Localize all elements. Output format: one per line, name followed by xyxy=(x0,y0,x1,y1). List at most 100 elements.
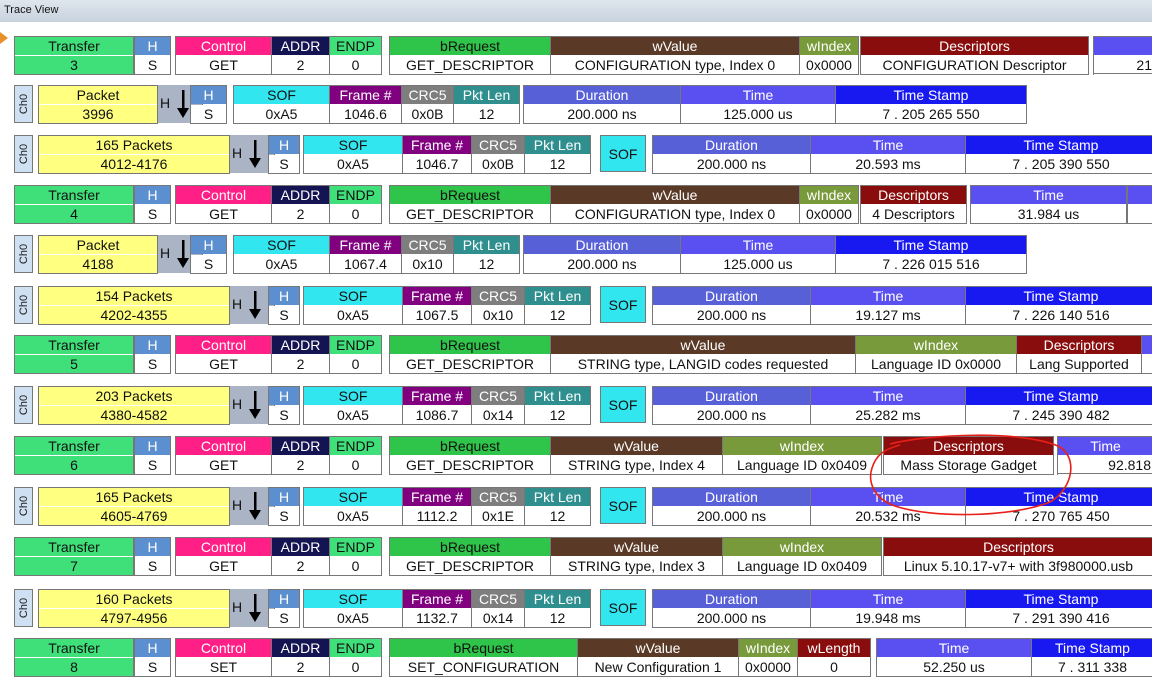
field-windex-7[interactable]: wIndex Language ID 0x0409 xyxy=(722,537,882,576)
field-154-packets-0[interactable]: 154 Packets 4202-4355 xyxy=(38,286,230,325)
field-time-7[interactable]: Time 19.948 ms xyxy=(810,589,966,628)
field-windex-7[interactable]: wIndex Language ID 0x0409 xyxy=(722,436,882,475)
field-transfer-0[interactable]: Transfer 6 xyxy=(14,436,134,475)
field-duration-6[interactable]: Duration 200.000 ns xyxy=(652,286,811,325)
field-duration-6[interactable]: Duration 200.000 ns xyxy=(523,85,681,124)
field-h-1[interactable]: HS xyxy=(134,436,171,475)
field-duration-6[interactable]: Duration 200.000 ns xyxy=(652,487,811,526)
field-frame-3[interactable]: Frame #1067.4 xyxy=(329,235,402,274)
field-sof-2[interactable]: SOF 0xA5 xyxy=(303,487,403,526)
field-brequest-5[interactable]: bRequest GET_DESCRIPTOR xyxy=(389,36,551,75)
field-endp-4[interactable]: ENDP 0 xyxy=(329,638,382,677)
field-time-7[interactable]: Time 20.532 ms xyxy=(810,487,966,526)
field-endp-4[interactable]: ENDP 0 xyxy=(329,185,382,224)
field-duration-6[interactable]: Duration 200.000 ns xyxy=(523,235,681,274)
field-165-packets-0[interactable]: 165 Packets 4012-4176 xyxy=(38,135,230,174)
field-blank-9[interactable]: 21 xyxy=(1093,36,1152,75)
field-time-stamp-8[interactable]: Time Stamp 7 . 226 015 516 xyxy=(835,235,1027,274)
field-h-1[interactable]: HS xyxy=(134,335,171,374)
field-h-1[interactable]: HS xyxy=(268,135,300,174)
field-frame-3[interactable]: Frame #1046.7 xyxy=(402,135,472,174)
trace-view[interactable]: Transfer 3 H S Control GET ADDR 2 ENDP 0 bRequest G… xyxy=(0,22,1152,684)
field-brequest-5[interactable]: bRequest GET_DESCRIPTOR xyxy=(389,185,551,224)
field-transfer-0[interactable]: Transfer 8 xyxy=(14,638,134,677)
field-transfer-0[interactable]: Transfer 5 xyxy=(14,335,134,374)
field-transfer-0[interactable]: Transfer 3 xyxy=(14,36,134,75)
field-h-1[interactable]: HS xyxy=(268,286,300,325)
field-h-1[interactable]: HS xyxy=(134,36,171,75)
field-brequest-5[interactable]: bRequest GET_DESCRIPTOR xyxy=(389,436,551,475)
field-addr-3[interactable]: ADDR 2 xyxy=(271,335,330,374)
field-wvalue-6[interactable]: wValue CONFIGURATION type, Index 0 xyxy=(550,185,800,224)
field-time-9[interactable]: Time 52.250 us xyxy=(876,638,1032,677)
field-descriptors-8[interactable]: Descriptors CONFIGURATION Descriptor xyxy=(860,36,1089,75)
field-endp-4[interactable]: ENDP 0 xyxy=(329,335,382,374)
field-time-7[interactable]: Time 125.000 us xyxy=(680,85,836,124)
field-packet-0[interactable]: Packet 3996 xyxy=(38,85,158,124)
field-time-stamp-8[interactable]: Time Stamp 7 . 226 140 516 xyxy=(965,286,1152,325)
field-pkt-len-5[interactable]: Pkt Len 12 xyxy=(524,286,591,325)
field-h-1[interactable]: HS xyxy=(134,638,171,677)
field-brequest-5[interactable]: bRequest SET_CONFIGURATION xyxy=(389,638,578,677)
field-wvalue-6[interactable]: wValue STRING type, Index 3 xyxy=(550,537,723,576)
field-windex-7[interactable]: wIndex 0x0000 xyxy=(799,185,859,224)
field-time-9[interactable]: Time 31.984 us xyxy=(970,185,1127,224)
field-wvalue-6[interactable]: wValue STRING type, Index 4 xyxy=(550,436,723,475)
field-sof-2[interactable]: SOF 0xA5 xyxy=(303,589,403,628)
field-time-stamp-8[interactable]: Time Stamp 7 . 270 765 450 xyxy=(965,487,1152,526)
field-windex-7[interactable]: wIndex Language ID 0x0000 xyxy=(855,335,1017,374)
field-windex-7[interactable]: wIndex 0x0000 xyxy=(799,36,859,75)
field-wvalue-6[interactable]: wValue STRING type, LANGID codes requeste… xyxy=(550,335,856,374)
field-blank-9[interactable] xyxy=(1141,335,1152,374)
field-control-2[interactable]: Control GET xyxy=(175,185,272,224)
field-sof-2[interactable]: SOF 0xA5 xyxy=(233,235,330,274)
field-time-stamp-8[interactable]: Time Stamp 7 . 245 390 482 xyxy=(965,386,1152,425)
field-endp-4[interactable]: ENDP 0 xyxy=(329,537,382,576)
field-crc5-4[interactable]: CRC5 0x10 xyxy=(401,235,454,274)
scroll-marker-icon[interactable] xyxy=(0,32,8,44)
field-addr-3[interactable]: ADDR 2 xyxy=(271,537,330,576)
field-h-1[interactable]: HS xyxy=(134,537,171,576)
field-wvalue-6[interactable]: wValue New Configuration 1 xyxy=(577,638,739,677)
field-frame-3[interactable]: Frame #1086.7 xyxy=(402,386,472,425)
field-crc5-4[interactable]: CRC5 0x0B xyxy=(471,135,525,174)
field-time-7[interactable]: Time 125.000 us xyxy=(680,235,836,274)
field-wvalue-6[interactable]: wValue CONFIGURATION type, Index 0 xyxy=(550,36,800,75)
field-h-1[interactable]: HS xyxy=(134,185,171,224)
field-addr-3[interactable]: ADDR 2 xyxy=(271,436,330,475)
field-addr-3[interactable]: ADDR 2 xyxy=(271,36,330,75)
field-sof-2[interactable]: SOF 0xA5 xyxy=(303,135,403,174)
field-descriptors-8[interactable]: Descriptors Mass Storage Gadget xyxy=(883,436,1054,475)
field-h-1[interactable]: HS xyxy=(268,487,300,526)
field-pkt-len-5[interactable]: Pkt Len 12 xyxy=(453,235,520,274)
field-pkt-len-5[interactable]: Pkt Len 12 xyxy=(524,487,591,526)
field-time-9[interactable]: Time 92.818 xyxy=(1057,436,1152,475)
field-frame-3[interactable]: Frame #1112.2 xyxy=(402,487,472,526)
field-crc5-4[interactable]: CRC5 0x0B xyxy=(401,85,454,124)
field-control-2[interactable]: Control GET xyxy=(175,436,272,475)
field-endp-4[interactable]: ENDP 0 xyxy=(329,436,382,475)
field-control-2[interactable]: Control GET xyxy=(175,537,272,576)
field-crc5-4[interactable]: CRC5 0x14 xyxy=(471,589,525,628)
field-duration-6[interactable]: Duration 200.000 ns xyxy=(652,135,811,174)
field-time-stamp-8[interactable]: Time Stamp 7 . 205 390 550 xyxy=(965,135,1152,174)
field-pkt-len-5[interactable]: Pkt Len 12 xyxy=(524,386,591,425)
field-addr-3[interactable]: ADDR 2 xyxy=(271,638,330,677)
field-transfer-0[interactable]: Transfer 4 xyxy=(14,185,134,224)
field-control-2[interactable]: Control SET xyxy=(175,638,272,677)
field-duration-6[interactable]: Duration 200.000 ns xyxy=(652,589,811,628)
field-165-packets-0[interactable]: 165 Packets 4605-4769 xyxy=(38,487,230,526)
field-pkt-len-5[interactable]: Pkt Len 12 xyxy=(453,85,520,124)
field-160-packets-0[interactable]: 160 Packets 4797-4956 xyxy=(38,589,230,628)
field-transfer-0[interactable]: Transfer 7 xyxy=(14,537,134,576)
field-sof-2[interactable]: SOF 0xA5 xyxy=(303,286,403,325)
field-time-7[interactable]: Time 25.282 ms xyxy=(810,386,966,425)
field-frame-3[interactable]: Frame #1132.7 xyxy=(402,589,472,628)
field-pkt-len-5[interactable]: Pkt Len 12 xyxy=(524,135,591,174)
field-packet-0[interactable]: Packet 4188 xyxy=(38,235,158,274)
field-time-stamp-8[interactable]: Time Stamp 7 . 291 390 416 xyxy=(965,589,1152,628)
field-pkt-len-5[interactable]: Pkt Len 12 xyxy=(524,589,591,628)
field-203-packets-0[interactable]: 203 Packets 4380-4582 xyxy=(38,386,230,425)
field-brequest-5[interactable]: bRequest GET_DESCRIPTOR xyxy=(389,335,551,374)
field-crc5-4[interactable]: CRC5 0x10 xyxy=(471,286,525,325)
